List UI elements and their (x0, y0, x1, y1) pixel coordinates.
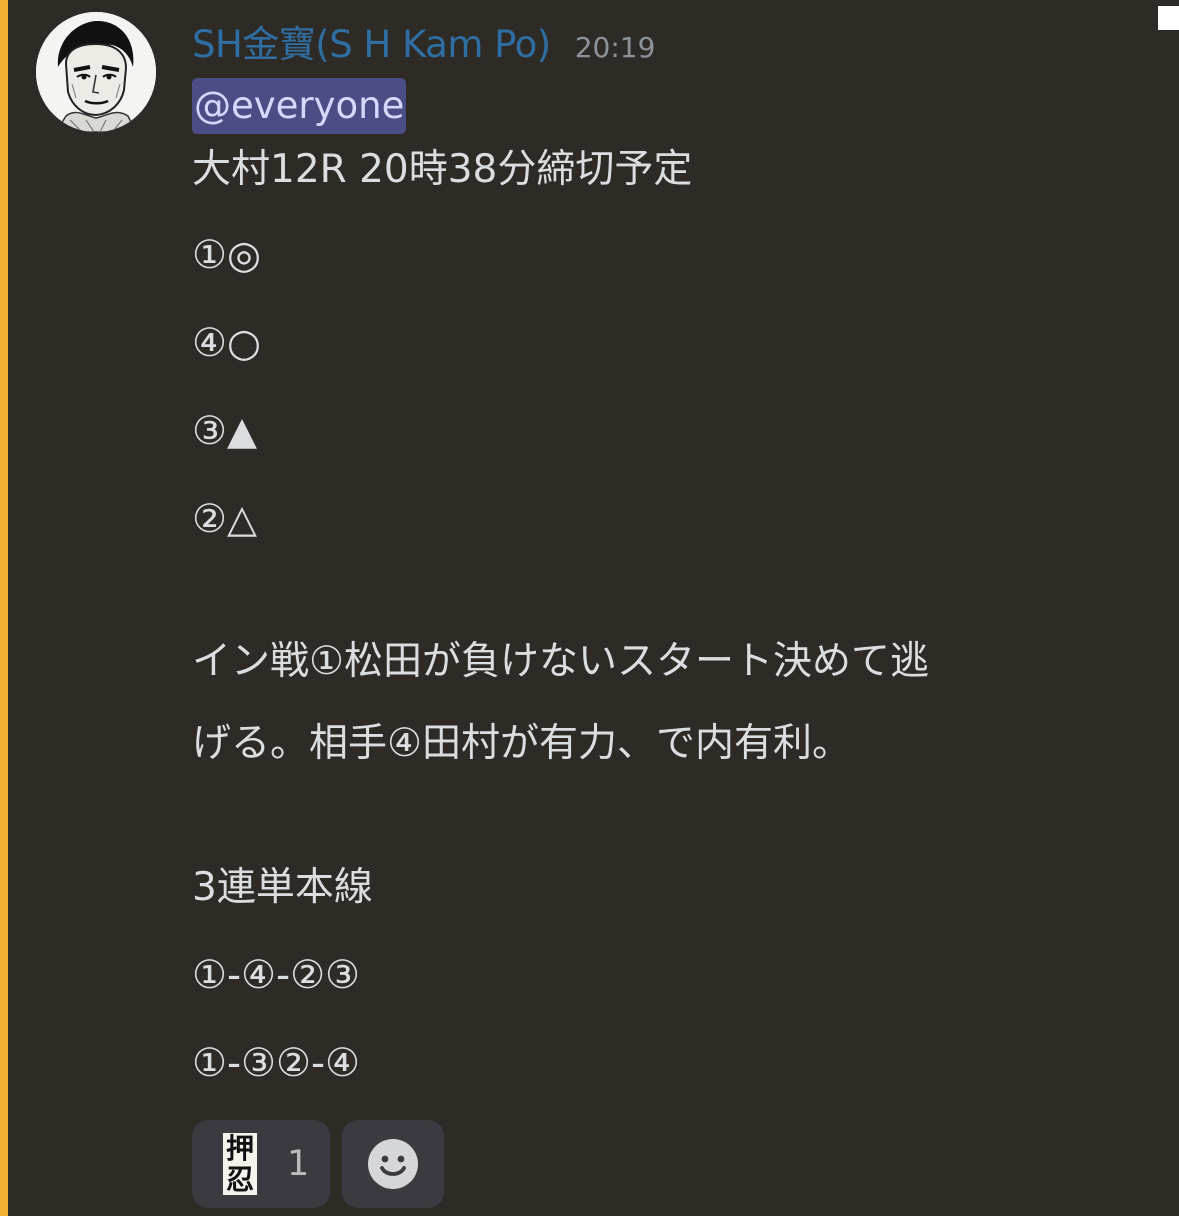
bet-line-1: ①-④-②③ (192, 953, 360, 998)
mention-highlight-bar (0, 0, 8, 1216)
avatar[interactable] (36, 12, 156, 132)
comment-line-2: げる。相手④田村が有力、で内有利。 (192, 721, 851, 766)
message-header: SH金寶(S H Kam Po) 20:19 (192, 14, 655, 74)
race-info-line: 大村12R 20時38分締切予定 (192, 147, 693, 192)
pick-line-4: ②△ (192, 497, 257, 542)
bet-heading: 3連単本線 (192, 865, 373, 910)
bet-line-2: ①-③②-④ (192, 1041, 360, 1086)
reaction-oss-button[interactable]: 押忍 1 (192, 1120, 330, 1208)
oss-stamp-emoji: 押忍 (223, 1133, 257, 1195)
pick-line-2: ④○ (192, 321, 261, 366)
pick-line-1: ①◎ (192, 233, 261, 278)
corner-square (1158, 6, 1179, 30)
message-timestamp: 20:19 (574, 31, 656, 64)
pick-line-3: ③▲ (192, 409, 257, 454)
add-reaction-button[interactable] (342, 1120, 444, 1208)
author-username[interactable]: SH金寶(S H Kam Po) (192, 14, 551, 68)
reaction-count: 1 (287, 1144, 310, 1184)
smiley-face-icon (368, 1139, 418, 1189)
avatar-portrait-icon (36, 12, 156, 132)
everyone-mention[interactable]: @everyone (192, 78, 407, 134)
comment-line-1: イン戦①松田が負けないスタート決めて逃 (192, 639, 929, 684)
